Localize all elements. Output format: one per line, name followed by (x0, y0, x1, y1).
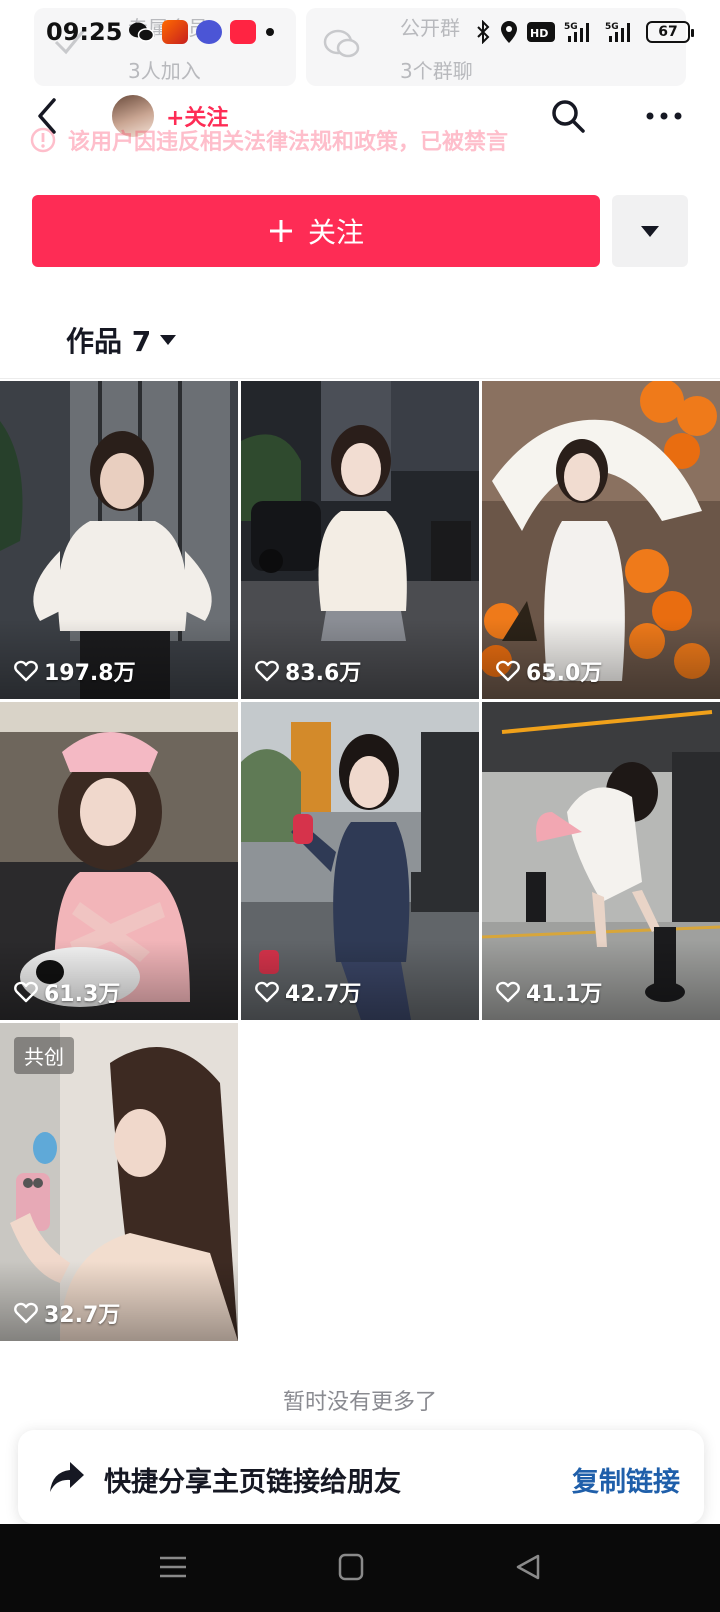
wechat-icon (129, 22, 154, 42)
follow-button-label: 关注 (307, 216, 364, 249)
copy-link-button[interactable]: 复制链接 (572, 1460, 680, 1499)
svg-text:5G: 5G (564, 22, 578, 32)
bluetooth-icon (477, 20, 490, 44)
share-text: 快捷分享主页链接给朋友 (104, 1467, 401, 1498)
search-icon[interactable] (548, 96, 588, 136)
like-count: 42.7万 (255, 976, 361, 1008)
cocreate-badge: 共创 (14, 1037, 74, 1074)
like-count-text: 83.6万 (285, 661, 362, 686)
follow-options-button[interactable] (612, 195, 688, 267)
signal-5g-icon-2: 5G (605, 22, 630, 42)
heart-icon (255, 660, 279, 682)
menu-icon[interactable] (156, 1552, 190, 1582)
heart-icon (496, 660, 520, 682)
xiaohongshu-icon (230, 20, 256, 44)
caret-down-icon (160, 335, 177, 345)
no-more-text: 暂时没有更多了 (282, 1390, 437, 1415)
like-count-text: 32.7万 (44, 1303, 121, 1328)
banned-notice-text: 该用户因违反相关法律法规和政策，已被禁言 (68, 130, 509, 155)
share-arrow-icon (50, 1462, 84, 1492)
location-icon (501, 21, 517, 43)
more-icon[interactable] (642, 96, 686, 136)
signal-5g-icon-1: 5G (564, 22, 589, 42)
banned-notice: 该用户因违反相关法律法规和政策，已被禁言 (30, 124, 508, 156)
video-tile[interactable]: 61.3万 (0, 702, 238, 1020)
like-count-text: 42.7万 (285, 982, 362, 1007)
system-nav-bar (0, 1524, 720, 1612)
game-app-icon (162, 20, 188, 44)
like-count-text: 65.0万 (526, 661, 603, 686)
tab-works[interactable]: 作品 7 (66, 320, 177, 360)
hd-icon: HD (527, 22, 555, 42)
status-bar: 09:25 HD 5G 5G 67 (0, 0, 720, 62)
follow-button[interactable]: 关注 (32, 195, 600, 267)
more-notifications-icon (266, 28, 274, 36)
home-icon[interactable] (334, 1552, 368, 1582)
heart-icon (255, 981, 279, 1003)
heart-icon (14, 660, 38, 682)
like-count: 41.1万 (496, 976, 602, 1008)
like-count-text: 61.3万 (44, 982, 121, 1007)
video-tile[interactable]: 65.0万 (482, 381, 720, 699)
video-tile[interactable]: 197.8万 (0, 381, 238, 699)
heart-icon (496, 981, 520, 1003)
video-tile[interactable]: 42.7万 (241, 702, 479, 1020)
like-count: 61.3万 (14, 976, 120, 1008)
caret-down-icon (641, 226, 659, 237)
back-icon[interactable] (512, 1552, 546, 1582)
like-count-text: 41.1万 (526, 982, 603, 1007)
share-bar: 快捷分享主页链接给朋友 复制链接 (18, 1430, 704, 1524)
video-tile[interactable]: 41.1万 (482, 702, 720, 1020)
heart-icon (14, 981, 38, 1003)
svg-text:HD: HD (530, 27, 548, 40)
like-count-text: 197.8万 (44, 661, 136, 686)
tieba-icon (196, 20, 222, 44)
status-right-icons: HD 5G 5G 67 (475, 20, 694, 44)
warning-icon (30, 127, 56, 153)
like-count: 83.6万 (255, 655, 361, 687)
status-app-icons (128, 20, 276, 44)
plus-icon (269, 220, 292, 242)
video-tile[interactable]: 共创 32.7万 (0, 1023, 238, 1341)
battery-indicator: 67 (646, 21, 694, 43)
like-count: 197.8万 (14, 655, 136, 687)
divider (0, 378, 720, 379)
status-time: 09:25 (46, 18, 123, 46)
svg-text:5G: 5G (605, 22, 619, 32)
heart-icon (14, 1302, 38, 1324)
video-tile[interactable]: 83.6万 (241, 381, 479, 699)
like-count: 32.7万 (14, 1297, 120, 1329)
tab-works-label: 作品 7 (66, 325, 152, 358)
like-count: 65.0万 (496, 655, 602, 687)
